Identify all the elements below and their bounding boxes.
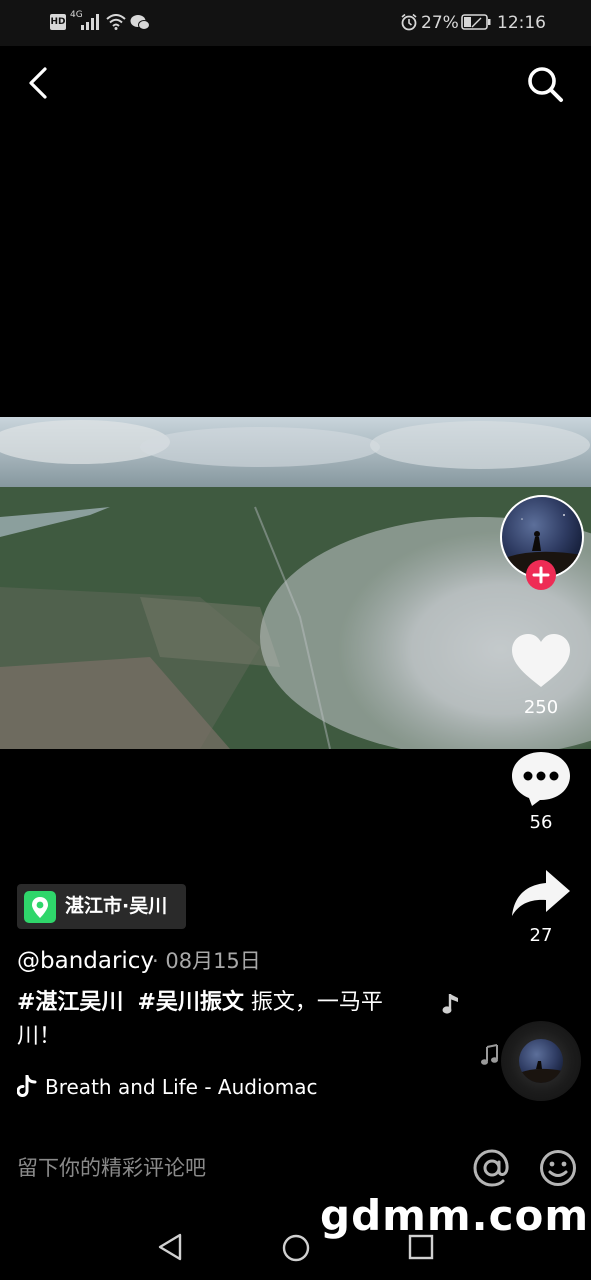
hashtag[interactable]: #吴川振文 [137,990,243,1015]
music-note-icon [442,994,458,1014]
music-disc[interactable] [501,1021,581,1101]
author-handle[interactable]: @bandaricy [17,944,154,978]
comment-count: 56 [529,812,553,833]
emoji-button[interactable] [539,1149,577,1187]
plus-icon [532,566,550,584]
follow-button[interactable] [526,560,556,590]
nav-home-button[interactable] [281,1233,311,1263]
like-button[interactable] [511,633,571,689]
signal-icon [81,14,99,30]
music-notes-icon [481,1044,498,1065]
back-button[interactable] [26,66,50,100]
battery-percent: 27% [421,13,459,33]
wifi-icon [106,14,126,30]
hd-badge: HD [50,14,66,30]
music-disc-cover [519,1039,563,1083]
hashtag[interactable]: #湛江吴川 [17,990,123,1015]
caption-line-2: 川！ [17,1020,61,1054]
search-button[interactable] [525,64,565,104]
music-row[interactable]: Breath and Life - Audiomac [17,1072,317,1102]
comment-input[interactable]: 留下你的精彩评论吧 [17,1150,206,1186]
share-count: 27 [529,925,553,946]
music-title: Breath and Life - Audiomac [45,1075,317,1099]
heart-icon [512,634,570,687]
battery-icon [461,14,491,30]
post-date: · 08月15日 [152,949,261,973]
status-bar: HD 4G 27% 12:16 [0,0,591,46]
caption-line-1: #湛江吴川 #吴川振文 振文，一马平 [17,986,383,1020]
share-arrow-icon [512,870,570,916]
tiktok-note-icon [17,1075,37,1097]
watermark: gdmm.com [320,1191,590,1240]
wechat-icon [130,15,150,30]
caption-text: 川！ [17,1024,62,1049]
clock: 12:16 [497,13,546,33]
location-label[interactable]: 湛江市·吴川 [65,884,167,929]
like-count: 250 [523,697,559,718]
nav-recents-button[interactable] [408,1234,434,1260]
caption-text: 振文，一马平 [250,990,383,1015]
location-pin-icon [24,891,56,923]
alarm-icon [401,13,417,31]
share-button[interactable] [510,868,572,918]
nav-back-button[interactable] [156,1232,184,1262]
comment-button[interactable] [510,750,572,808]
mention-button[interactable] [472,1148,512,1188]
